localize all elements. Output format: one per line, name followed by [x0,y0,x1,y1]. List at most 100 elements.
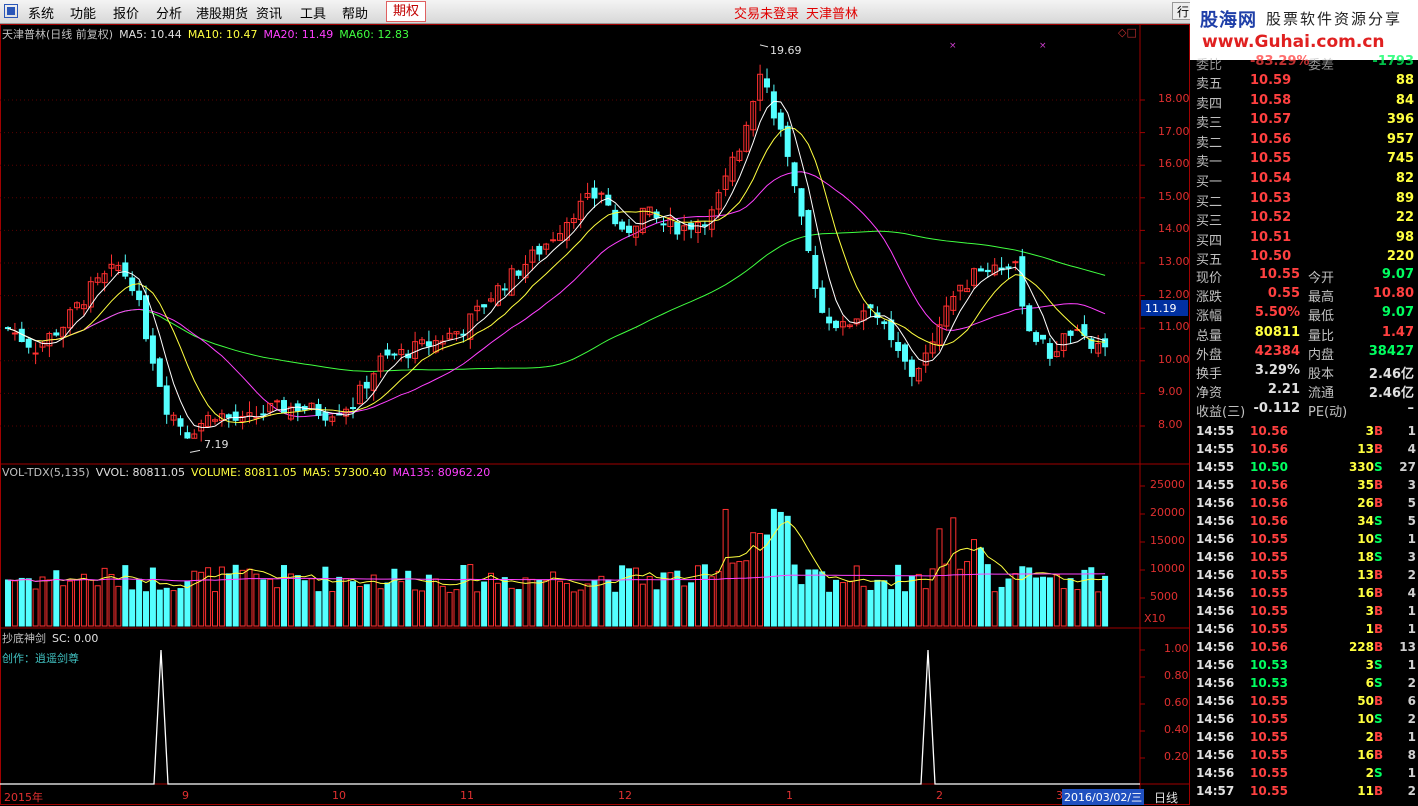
vol-ma135-value: MA135: 80962.20 [392,466,491,479]
tick-time: 14:55 [1196,478,1235,492]
tick-row[interactable]: 14:56 10.55 2 B 1 [1192,730,1418,748]
candle-body [350,407,356,410]
volume-bar [957,568,964,627]
candle-body [163,385,170,415]
signal-polyline [0,649,1140,785]
tick-row[interactable]: 14:57 10.55 11 B 2 [1192,784,1418,802]
tick-row[interactable]: 14:56 10.55 16 B 8 [1192,748,1418,766]
volume-bar [287,573,294,627]
tick-row[interactable]: 14:56 10.56 228 B 13 [1192,640,1418,658]
high-marker-line [759,44,769,48]
tick-volume: 16 [1357,586,1374,600]
tick-row[interactable]: 14:56 10.55 50 B 6 [1192,694,1418,712]
tick-row[interactable]: 14:56 10.55 13 B 2 [1192,568,1418,586]
tick-side: B [1374,748,1384,762]
volume-bar [805,569,812,627]
price-tick-label: 10.00 [1158,352,1190,366]
xaxis-label: 12 [618,789,632,802]
tick-time: 14:55 [1196,442,1235,456]
bid-price: 10.50 [1250,249,1292,265]
tick-time: 14:57 [1196,784,1235,798]
tick-row[interactable]: 14:56 10.55 18 S 3 [1192,550,1418,568]
tick-row[interactable]: 14:56 10.56 34 S 5 [1192,514,1418,532]
tick-row[interactable]: 14:56 10.55 3 B 1 [1192,604,1418,622]
low-price-mark: 7.19 [204,438,229,451]
volume-legend: VOL-TDX(5,135) VVOL: 80811.05 VOLUME: 8081… [2,466,496,479]
tick-side: B [1374,784,1384,798]
ma20-value: MA20: 11.49 [263,28,334,41]
volume-bar [902,591,908,627]
volume-bar [488,572,494,627]
bid-label: 买四 [1196,233,1223,249]
tick-price: 10.55 [1250,748,1288,762]
tick-time: 14:56 [1196,730,1235,744]
volume-bar [218,566,225,627]
tick-row[interactable]: 14:56 10.55 2 S 1 [1192,766,1418,784]
tick-row[interactable]: 14:56 10.53 6 S 2 [1192,676,1418,694]
volume-bar [1102,575,1109,627]
tick-time: 14:55 [1196,460,1235,474]
tick-price: 10.55 [1250,694,1288,708]
ask-volume: 88 [1395,73,1414,88]
ask-label: 卖一 [1196,155,1223,171]
candle-body [274,400,281,403]
volume-bar [1012,573,1019,627]
bid-row: 买五 10.50 220 [1192,249,1418,268]
candle-body [25,338,32,348]
tick-time: 14:56 [1196,748,1235,762]
menu-quote[interactable]: 报价 [113,3,139,22]
tick-volume: 34 [1357,514,1374,528]
volume-bar [522,577,529,627]
tick-row[interactable]: 14:55 10.56 13 B 4 [1192,442,1418,460]
login-status[interactable]: 交易未登录 [734,3,799,22]
volume-bar [570,591,577,627]
candle-body [674,221,681,235]
volume-bar [191,570,198,627]
chart-expand-icon[interactable]: ◇□ [1118,26,1137,39]
menu-news[interactable]: 资讯 [256,3,282,22]
tick-row[interactable]: 14:56 10.55 10 S 2 [1192,712,1418,730]
tick-row[interactable]: 14:55 10.56 3 B 1 [1192,424,1418,442]
volume-bar [660,572,667,627]
menu-options[interactable]: 期权 [386,1,427,22]
volume-bar [494,582,501,627]
menu-function[interactable]: 功能 [70,3,96,22]
volume-bar [1067,578,1074,627]
ask-label: 卖五 [1196,77,1223,92]
volume-bar [156,589,163,627]
volume-bar [1046,577,1053,627]
volume-bar [943,563,950,627]
candle-body [764,78,770,88]
menu-analysis[interactable]: 分析 [156,3,182,22]
tick-count: 2 [1407,784,1416,798]
ask-row: 卖二 10.56 957 [1192,132,1418,151]
tick-price: 10.56 [1250,442,1288,456]
tick-row[interactable]: 14:56 10.55 10 S 1 [1192,532,1418,550]
tick-side: S [1374,550,1383,564]
menu-hk-futures[interactable]: 港股期货 [196,3,248,22]
volume-bar [136,578,143,627]
volume-bar [453,589,460,627]
tick-price: 10.56 [1250,424,1288,438]
volume-bar [467,564,474,627]
volume-tick-label: 15000 [1150,534,1185,547]
volume-bar [474,591,481,627]
tick-row[interactable]: 14:56 10.55 1 B 1 [1192,622,1418,640]
tick-row[interactable]: 14:55 10.50 330 S 27 [1192,460,1418,478]
tick-row[interactable]: 14:55 10.56 35 B 3 [1192,478,1418,496]
menu-tools[interactable]: 工具 [300,3,326,22]
period-tab[interactable]: 日线 [1154,789,1178,806]
current-date-label: 2016/03/02/三 [1062,789,1145,805]
stat-label: 最高 [1308,290,1335,306]
tick-row[interactable]: 14:56 10.56 26 B 5 [1192,496,1418,514]
volume-bar [950,517,957,627]
chart-area[interactable]: ◇□ × × [0,24,1192,805]
volume-bar [991,591,998,627]
tick-row[interactable]: 14:56 10.53 3 S 1 [1192,658,1418,676]
tick-row[interactable]: 14:56 10.55 16 B 4 [1192,586,1418,604]
volume-bar [232,564,239,627]
brand-url: www.Guhai.com.cn [1202,32,1385,52]
indicator-sc: SC: 0.00 [52,632,99,645]
menu-system[interactable]: 系统 [28,3,54,22]
menu-help[interactable]: 帮助 [342,3,368,22]
